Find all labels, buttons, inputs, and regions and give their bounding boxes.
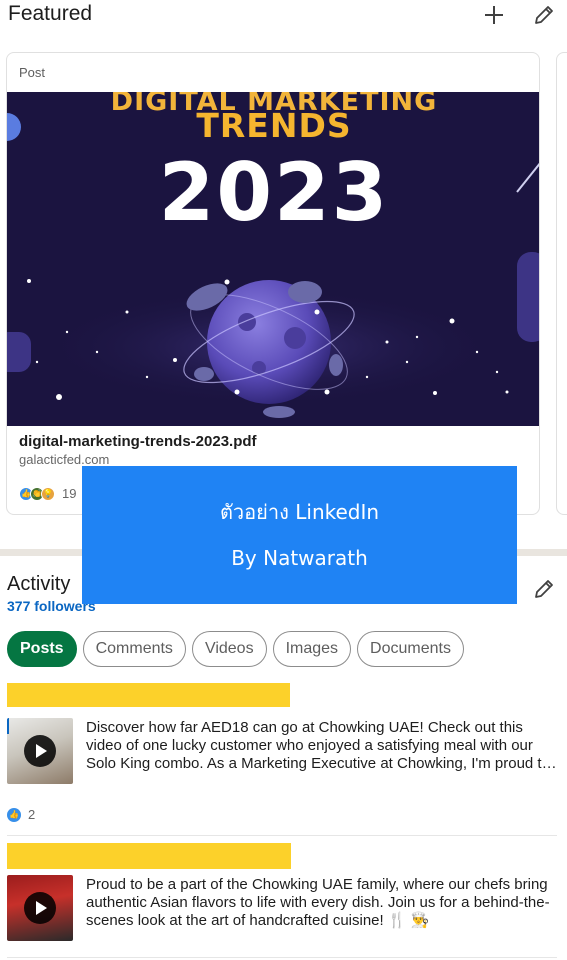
insightful-icon: 💡 bbox=[41, 486, 55, 501]
reactions-summary[interactable]: 👍 👏 💡 19 bbox=[19, 486, 76, 501]
featured-title: Featured bbox=[8, 2, 93, 25]
next-featured-card[interactable] bbox=[556, 52, 567, 515]
edit-featured-button[interactable] bbox=[531, 2, 557, 28]
watermark-overlay: ตัวอย่าง LinkedIn By Natwarath bbox=[82, 466, 517, 604]
redaction-highlight bbox=[7, 843, 291, 869]
document-title[interactable]: digital-marketing-trends-2023.pdf bbox=[19, 433, 257, 450]
tab-documents[interactable]: Documents bbox=[357, 631, 464, 667]
tab-images[interactable]: Images bbox=[272, 631, 352, 667]
edit-activity-button[interactable] bbox=[531, 576, 557, 602]
cover-text-line3: 2023 bbox=[158, 146, 390, 239]
post-separator bbox=[7, 835, 557, 836]
tab-videos[interactable]: Videos bbox=[191, 631, 267, 667]
post-separator bbox=[7, 957, 557, 958]
post-text[interactable]: Proud to be a part of the Chowking UAE f… bbox=[86, 876, 562, 930]
thumbnail-marker bbox=[7, 718, 9, 734]
post-video-thumbnail[interactable] bbox=[7, 718, 73, 784]
reaction-count: 19 bbox=[62, 486, 77, 501]
activity-title: Activity bbox=[7, 573, 71, 595]
activity-tabs: Posts Comments Videos Images Documents bbox=[7, 631, 464, 667]
plus-icon bbox=[485, 6, 503, 24]
watermark-line2: By Natwarath bbox=[231, 546, 368, 570]
like-icon: 👍 bbox=[7, 807, 21, 822]
post-reaction-count: 2 bbox=[28, 807, 36, 822]
watermark-line1: ตัวอย่าง LinkedIn bbox=[219, 500, 380, 524]
play-icon[interactable] bbox=[24, 892, 56, 924]
document-cover-image[interactable]: DIGITAL MARKETING TRENDS 2023 bbox=[7, 92, 539, 426]
tab-posts[interactable]: Posts bbox=[7, 631, 77, 667]
featured-header: Featured bbox=[0, 0, 567, 34]
featured-post-card[interactable]: Post DIGITAL MARKETING TRENDS 2023 digit… bbox=[6, 52, 540, 515]
pencil-icon bbox=[535, 580, 553, 598]
post-text[interactable]: Discover how far AED18 can go at Chowkin… bbox=[86, 719, 562, 773]
tab-comments[interactable]: Comments bbox=[82, 631, 186, 667]
document-source: galacticfed.com bbox=[19, 452, 110, 467]
card-type-label: Post bbox=[19, 65, 46, 80]
cover-text-line2: TRENDS bbox=[196, 106, 352, 145]
add-featured-button[interactable] bbox=[481, 2, 507, 28]
post-video-thumbnail[interactable] bbox=[7, 875, 73, 941]
post-reactions[interactable]: 👍 2 bbox=[7, 807, 35, 822]
pencil-icon bbox=[535, 6, 553, 24]
redaction-highlight bbox=[7, 683, 290, 707]
play-icon[interactable] bbox=[24, 735, 56, 767]
